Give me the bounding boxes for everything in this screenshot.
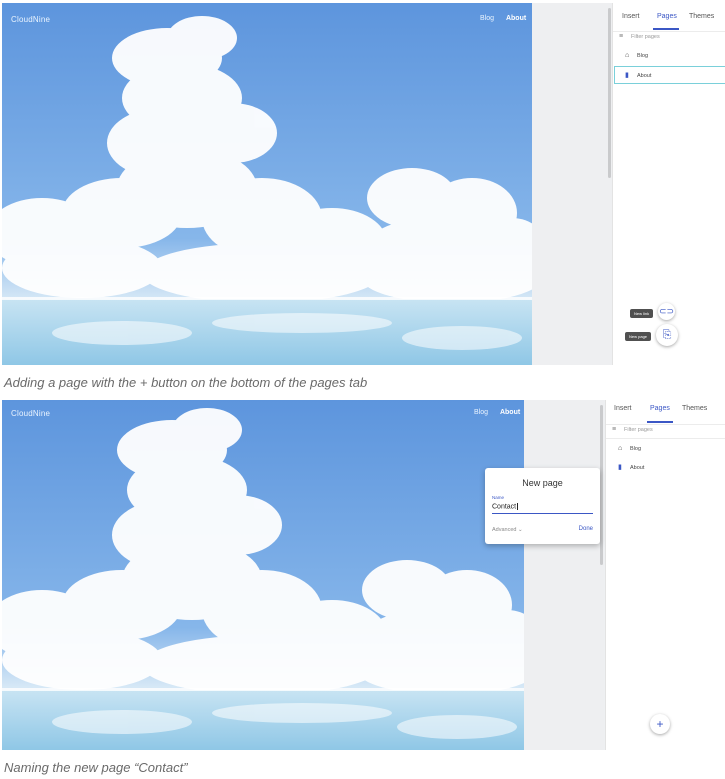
nav-link-about[interactable]: About	[506, 15, 526, 22]
site-brand[interactable]: CloudNine	[11, 409, 50, 418]
nav-link-blog[interactable]: Blog	[480, 15, 494, 22]
site-brand[interactable]: CloudNine	[11, 15, 50, 24]
side-panel: Insert Pages Themes ≡ Filter pages ⌂ Blog …	[605, 400, 725, 750]
scrollbar[interactable]	[608, 8, 611, 178]
scrollbar[interactable]	[600, 405, 603, 565]
home-icon: ⌂	[625, 52, 630, 59]
hero-cloud-image	[2, 400, 524, 750]
caption-step-2: Naming the new page “Contact”	[4, 760, 188, 775]
document-icon: ▮	[618, 464, 622, 471]
filter-pages[interactable]: ≡ Filter pages	[612, 426, 653, 433]
screenshot-adding-page: CloudNine Blog About Insert Pages Themes…	[2, 3, 725, 365]
link-icon: ⊂⊃	[658, 306, 675, 316]
filter-icon: ≡	[619, 33, 624, 40]
dialog-title: New page	[522, 478, 563, 488]
nav-link-about[interactable]: About	[500, 409, 520, 416]
page-item-label: Blog	[630, 446, 642, 452]
tab-themes[interactable]: Themes	[689, 13, 714, 20]
page-item-label: About	[637, 73, 652, 79]
tab-insert[interactable]: Insert	[622, 13, 640, 20]
nav-link-blog[interactable]: Blog	[474, 409, 488, 416]
tab-pages[interactable]: Pages	[650, 405, 670, 412]
new-page-icon: ⎘	[662, 328, 672, 341]
page-item-about[interactable]: ▮ About	[625, 71, 651, 79]
page-item-blog[interactable]: ⌂ Blog	[625, 52, 648, 59]
hero-cloud-image	[2, 3, 532, 365]
new-page-button[interactable]: ⎘	[656, 324, 678, 346]
chevron-down-icon: ⌄	[518, 527, 523, 533]
filter-icon: ≡	[612, 426, 617, 433]
input-underline	[492, 513, 593, 514]
done-button[interactable]: Done	[579, 526, 593, 532]
home-icon: ⌂	[618, 445, 623, 452]
name-field-label: Name	[492, 495, 505, 500]
panel-tabs: Insert Pages Themes	[613, 3, 725, 32]
side-panel: Insert Pages Themes ≡ Filter pages ⌂ Blog …	[612, 3, 725, 365]
page-name-value: Contact	[492, 503, 517, 511]
filter-placeholder: Filter pages	[624, 427, 653, 433]
panel-tabs: Insert Pages Themes	[606, 400, 725, 425]
add-page-button[interactable]: +	[650, 714, 670, 734]
site-nav: Blog About	[464, 409, 520, 416]
tab-pages-indicator	[647, 421, 673, 423]
editor-gutter	[532, 3, 612, 365]
filter-placeholder: Filter pages	[631, 34, 660, 40]
caption-step-1: Adding a page with the + button on the b…	[4, 375, 368, 390]
page-name-input[interactable]: Contact	[492, 503, 519, 511]
tooltip-new-link: New link	[630, 309, 654, 318]
site-nav: Blog About	[470, 15, 526, 22]
plus-icon: +	[656, 717, 664, 731]
text-cursor	[517, 503, 519, 510]
page-item-label: Blog	[637, 53, 649, 59]
advanced-label: Advanced	[492, 527, 517, 533]
divider	[606, 438, 725, 439]
page-item-blog[interactable]: ⌂ Blog	[618, 445, 641, 452]
advanced-toggle[interactable]: Advanced ⌄	[492, 527, 523, 533]
new-link-button[interactable]: ⊂⊃	[658, 303, 675, 320]
tab-pages-indicator	[653, 28, 679, 30]
tab-pages[interactable]: Pages	[657, 13, 677, 20]
page-item-about[interactable]: ▮ About	[618, 463, 644, 471]
editor-gutter	[524, 400, 604, 750]
tooltip-new-page: New page	[625, 332, 652, 341]
new-page-dialog: New page Name Contact Advanced ⌄ Done	[485, 468, 600, 544]
tab-themes[interactable]: Themes	[682, 405, 707, 412]
document-icon: ▮	[625, 72, 629, 79]
filter-pages[interactable]: ≡ Filter pages	[619, 33, 660, 40]
screenshot-naming-page: CloudNine Blog About New page Name Conta…	[2, 400, 725, 750]
page-item-label: About	[630, 465, 645, 471]
tab-insert[interactable]: Insert	[614, 405, 632, 412]
